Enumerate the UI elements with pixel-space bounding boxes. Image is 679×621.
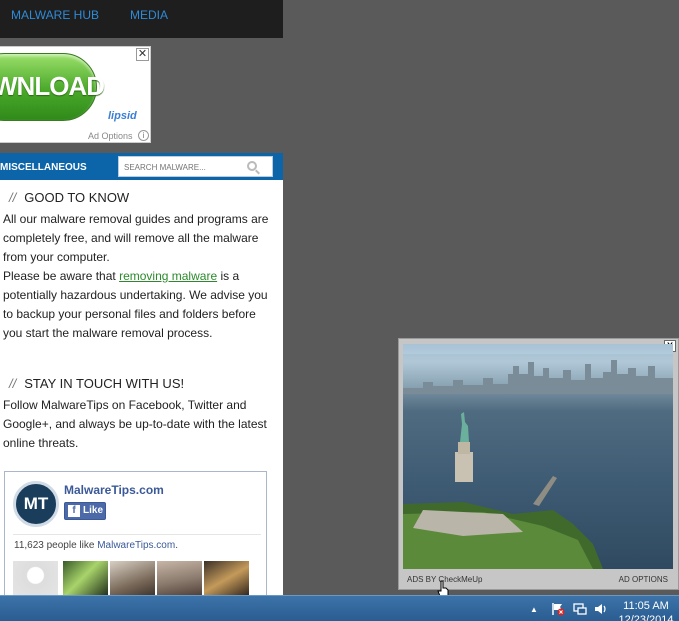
title-slashes: // [9,190,17,205]
video-ad-popup: X ADS BY CheckMeUp AD OPTIONS [398,338,679,590]
like-count-link[interactable]: MalwareTips.com [97,540,175,551]
ad-close-icon[interactable]: ✕ [136,48,149,61]
search-icon[interactable] [247,161,257,171]
volume-icon[interactable] [594,602,608,616]
nav-item-malware-hub[interactable]: MALWARE HUB [11,8,99,22]
facebook-icon: f [68,505,80,517]
clock-time: 11:05 AM [623,600,669,612]
sidebar-header: MISCELLANEOUS [0,153,283,180]
fan-avatar[interactable] [157,561,202,597]
fan-avatar[interactable] [204,561,249,597]
search-input[interactable] [119,158,237,177]
download-ad-label: WNLOAD [0,71,105,101]
download-ad-button[interactable]: WNLOAD [0,53,105,121]
video-player[interactable] [403,344,673,569]
like-label: Like [83,505,104,516]
fan-avatar[interactable] [63,561,108,597]
facebook-widget: MT MalwareTips.com f Like 11,623 people … [4,471,267,601]
facebook-page-name[interactable]: MalwareTips.com [64,483,164,497]
action-center-flag-icon[interactable] [551,602,565,616]
page-avatar[interactable]: MT [13,481,59,527]
statue-icon [455,412,473,482]
title-slashes: // [9,376,17,391]
search-box [118,156,273,177]
liberty-island [403,476,603,569]
facebook-like-button[interactable]: f Like [64,502,106,520]
ad-info-icon[interactable]: i [138,130,149,141]
good-to-know-text: All our malware removal guides and progr… [3,210,278,343]
like-count-suffix: . [175,540,178,551]
banner-ad[interactable]: WNLOAD ✕ lipsid Ad Options i [0,46,151,143]
ad-logo: lipsid [108,110,137,122]
good-to-know-title: // GOOD TO KNOW [9,190,129,205]
like-count: 11,623 people like MalwareTips.com. [14,540,178,551]
system-clock[interactable]: 11:05 AM 12/23/2014 [617,599,675,621]
stay-in-touch-text: Follow MalwareTips on Facebook, Twitter … [3,398,267,450]
fan-avatar[interactable] [110,561,155,597]
like-count-text: 11,623 people like [14,540,98,551]
top-nav: MALWARE HUB MEDIA [0,0,283,38]
avatar-text: MT [23,494,49,513]
section-heading: STAY IN TOUCH WITH US! [24,376,185,391]
taskbar: ▲ 11:05 AM 12/23/2014 [0,595,679,621]
stay-in-touch-title: // STAY IN TOUCH WITH US! [9,376,184,391]
divider [13,534,261,535]
tray-expand-icon[interactable]: ▲ [530,605,538,614]
section-heading: GOOD TO KNOW [24,190,130,205]
category-label[interactable]: MISCELLANEOUS [0,162,87,173]
ad-options-link[interactable]: AD OPTIONS [619,575,668,584]
sidebar-panel: MISCELLANEOUS // GOOD TO KNOW All our mal… [0,153,283,601]
clock-date: 12/23/2014 [618,614,674,621]
nav-item-media[interactable]: MEDIA [130,8,168,22]
city-skyline [403,354,673,394]
paragraph-1: All our malware removal guides and progr… [3,212,269,264]
removing-malware-link[interactable]: removing malware [119,269,217,283]
fan-avatar[interactable] [13,561,58,597]
paragraph-2-start: Please be aware that [3,269,120,283]
network-icon[interactable] [573,602,587,616]
ad-options-link[interactable]: Ad Options [88,131,133,141]
